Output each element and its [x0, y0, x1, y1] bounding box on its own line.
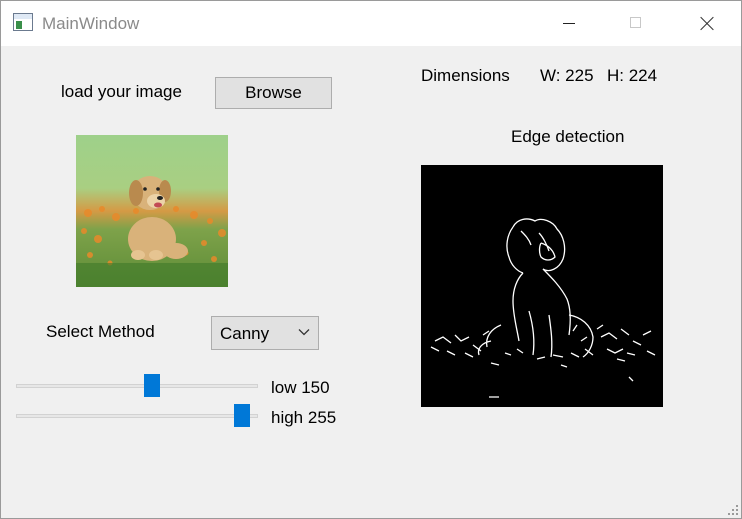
- high-threshold-label: high 255: [271, 408, 337, 427]
- edge-detection-title: Edge detection: [511, 127, 625, 146]
- low-threshold-label: low 150: [271, 378, 330, 397]
- input-image-preview: [76, 135, 228, 287]
- browse-button[interactable]: Browse: [215, 77, 332, 109]
- method-select-value: Canny: [220, 324, 270, 343]
- slider-handle[interactable]: [144, 374, 161, 397]
- app-icon: [13, 13, 33, 31]
- height-value: H: 224: [607, 66, 658, 85]
- chevron-down-icon: [298, 329, 310, 336]
- slider-handle[interactable]: [234, 404, 250, 427]
- width-value: W: 225: [540, 66, 594, 85]
- dimensions-label: Dimensions: [421, 66, 510, 85]
- close-icon[interactable]: [683, 1, 729, 46]
- select-method-label: Select Method: [46, 322, 155, 341]
- slider-groove: [16, 414, 258, 418]
- title-bar[interactable]: MainWindow: [1, 1, 741, 46]
- resize-grip-icon[interactable]: [728, 505, 738, 515]
- load-image-label: load your image: [61, 82, 182, 101]
- edge-detection-output: [421, 165, 663, 407]
- low-threshold-slider[interactable]: [16, 374, 258, 398]
- minimize-icon[interactable]: [546, 1, 592, 46]
- slider-groove: [16, 384, 258, 388]
- window-title: MainWindow: [42, 14, 140, 33]
- maximize-icon[interactable]: [613, 1, 659, 46]
- high-threshold-slider[interactable]: [16, 404, 258, 428]
- method-select[interactable]: Canny: [211, 316, 319, 350]
